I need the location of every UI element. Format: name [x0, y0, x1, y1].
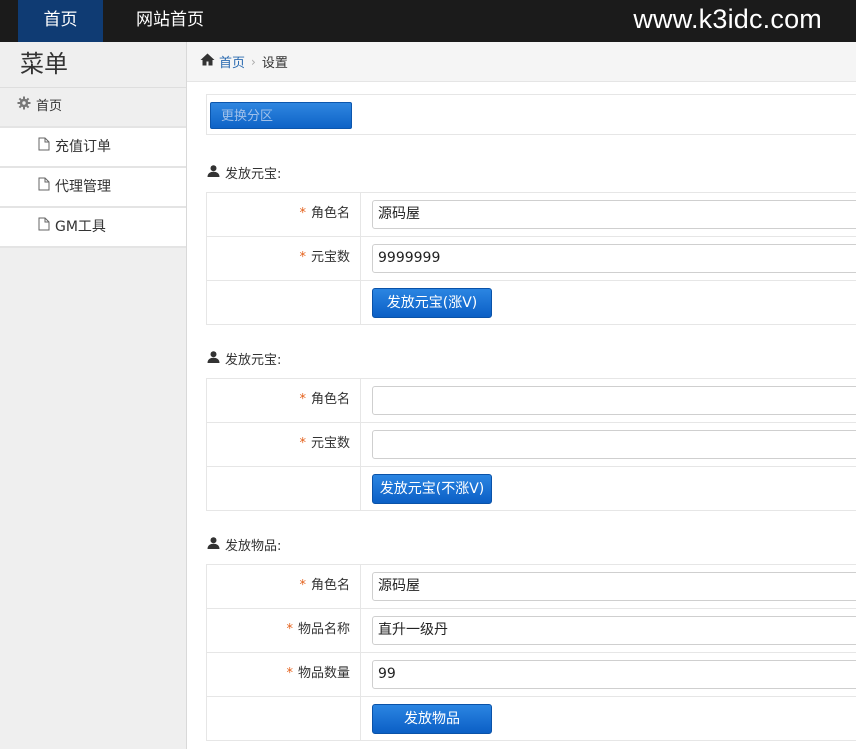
- role-name-label: * 角色名: [207, 193, 361, 236]
- required-mark: *: [299, 250, 306, 265]
- section-title-ingot-novip: 发放元宝:: [207, 349, 281, 368]
- item-name-label: * 物品名称: [207, 609, 361, 652]
- breadcrumb-home-link[interactable]: 首页: [219, 52, 245, 71]
- form-row: 发放元宝(涨V): [207, 281, 856, 324]
- watermark-domain: www.k3idc.com: [633, 4, 822, 34]
- ingot-amount-label: * 元宝数: [207, 237, 361, 280]
- chevron-right-icon: ›: [251, 54, 256, 69]
- nav-home-tab[interactable]: 首页: [18, 0, 103, 42]
- item-quantity-input[interactable]: 99: [372, 660, 856, 689]
- required-mark: *: [299, 578, 306, 593]
- top-nav-bar: 首页 网站首页 www.k3idc.com: [0, 0, 856, 42]
- sidebar-item-label: GM工具: [55, 219, 106, 235]
- ingot-novip-form: * 角色名 * 元宝数 发放元宝(不涨V): [206, 378, 856, 511]
- issue-items-form: * 角色名 源码屋 * 物品名称 直升一级丹 * 物品数量 99 发放物品: [206, 564, 856, 741]
- sidebar-item-recharge-orders[interactable]: 充值订单: [0, 126, 186, 166]
- field-label: 角色名: [310, 206, 350, 221]
- breadcrumb: 首页 › 设置: [187, 42, 856, 82]
- field-label: 角色名: [310, 392, 350, 407]
- form-row: 发放元宝(不涨V): [207, 467, 856, 510]
- field-label: 角色名: [310, 578, 350, 593]
- user-icon: [207, 164, 220, 181]
- item-name-input[interactable]: 直升一级丹: [372, 616, 856, 645]
- section-title-text: 发放物品:: [225, 539, 282, 554]
- section-title-items: 发放物品:: [207, 535, 281, 554]
- breadcrumb-current: 设置: [261, 56, 288, 71]
- section-title-ingot-vip: 发放元宝:: [207, 163, 281, 182]
- sidebar-item-label: 充值订单: [55, 139, 111, 155]
- ingot-amount-input[interactable]: 9999999: [372, 244, 856, 273]
- required-mark: *: [299, 436, 306, 451]
- field-label: 物品数量: [297, 666, 350, 681]
- issue-ingot-novip-button[interactable]: 发放元宝(不涨V): [372, 474, 492, 504]
- form-row: * 元宝数 9999999: [207, 237, 856, 281]
- empty-label-cell: [207, 697, 361, 740]
- form-row: * 角色名 源码屋: [207, 193, 856, 237]
- item-quantity-label: * 物品数量: [207, 653, 361, 696]
- sidebar-item-label: 代理管理: [55, 179, 111, 195]
- empty-label-cell: [207, 467, 361, 510]
- sidebar-home-label: 首页: [36, 99, 63, 114]
- form-row: * 角色名 源码屋: [207, 565, 856, 609]
- role-name-label: * 角色名: [207, 379, 361, 422]
- file-icon: [38, 128, 50, 166]
- ingot-amount-input[interactable]: [372, 430, 856, 459]
- switch-zone-panel: 更换分区: [206, 94, 856, 135]
- required-mark: *: [286, 622, 293, 637]
- sidebar-item-agent-management[interactable]: 代理管理: [0, 166, 186, 206]
- form-row: * 物品数量 99: [207, 653, 856, 697]
- required-mark: *: [299, 392, 306, 407]
- form-row: 发放物品: [207, 697, 856, 740]
- sidebar-title: 菜单: [0, 42, 186, 88]
- home-icon: [200, 53, 215, 70]
- form-row: * 元宝数: [207, 423, 856, 467]
- section-title-text: 发放元宝:: [225, 167, 282, 182]
- sidebar-item-gm-tools[interactable]: GM工具: [0, 206, 186, 248]
- user-icon: [207, 536, 220, 553]
- required-mark: *: [299, 206, 306, 221]
- section-title-text: 发放元宝:: [225, 353, 282, 368]
- role-name-input[interactable]: 源码屋: [372, 572, 856, 601]
- file-icon: [38, 208, 50, 246]
- sidebar: 菜单 首页 充值订单 代理管理 GM工具: [0, 42, 187, 749]
- sidebar-item-home[interactable]: 首页: [0, 88, 186, 126]
- nav-website-home-link[interactable]: 网站首页: [118, 0, 222, 42]
- field-label: 物品名称: [297, 622, 350, 637]
- user-icon: [207, 350, 220, 367]
- form-row: * 物品名称 直升一级丹: [207, 609, 856, 653]
- role-name-input[interactable]: [372, 386, 856, 415]
- role-name-input[interactable]: 源码屋: [372, 200, 856, 229]
- file-icon: [38, 168, 50, 206]
- field-label: 元宝数: [310, 250, 350, 265]
- empty-label-cell: [207, 281, 361, 324]
- ingot-amount-label: * 元宝数: [207, 423, 361, 466]
- gear-icon: [17, 88, 31, 126]
- field-label: 元宝数: [310, 436, 350, 451]
- form-row: * 角色名: [207, 379, 856, 423]
- required-mark: *: [286, 666, 293, 681]
- ingot-vip-form: * 角色名 源码屋 * 元宝数 9999999 发放元宝(涨V): [206, 192, 856, 325]
- issue-ingot-vip-button[interactable]: 发放元宝(涨V): [372, 288, 492, 318]
- role-name-label: * 角色名: [207, 565, 361, 608]
- issue-items-button[interactable]: 发放物品: [372, 704, 492, 734]
- switch-zone-button[interactable]: 更换分区: [210, 102, 352, 129]
